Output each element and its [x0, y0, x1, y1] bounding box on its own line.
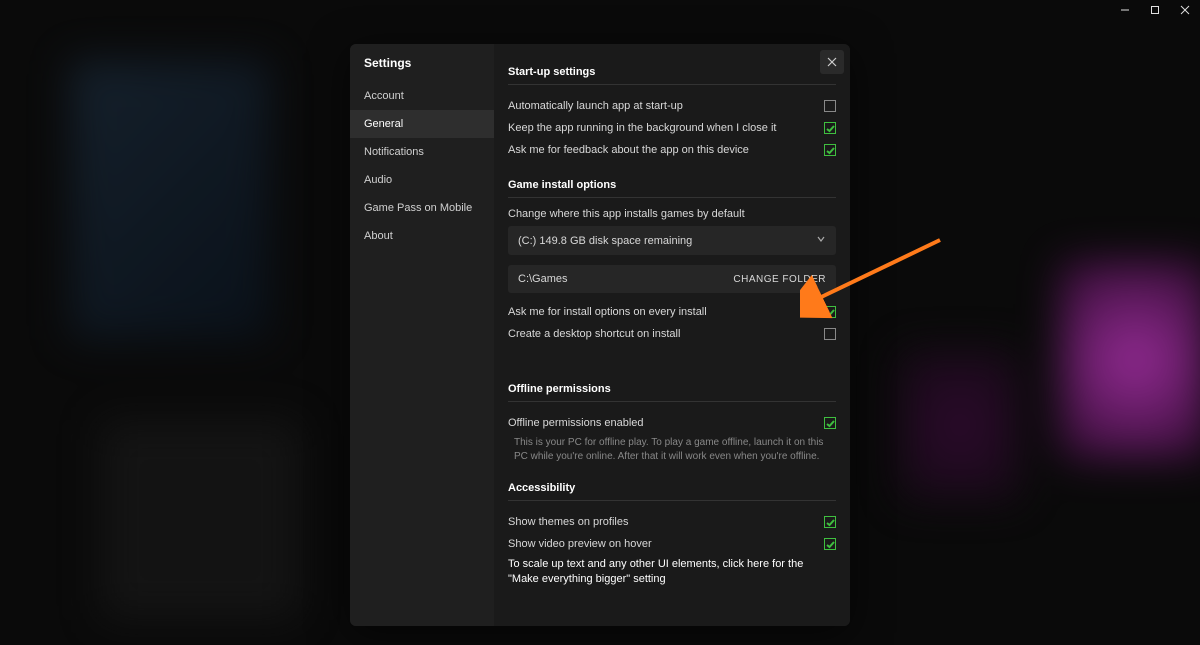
- row-keep-running: Keep the app running in the background w…: [508, 117, 836, 139]
- section-title-accessibility: Accessibility: [508, 482, 836, 494]
- close-icon: [827, 57, 837, 67]
- sidebar-item-notifications[interactable]: Notifications: [350, 138, 494, 166]
- drive-select[interactable]: (C:) 149.8 GB disk space remaining: [508, 226, 836, 255]
- divider: [508, 197, 836, 198]
- sidebar-item-audio[interactable]: Audio: [350, 166, 494, 194]
- label-themes: Show themes on profiles: [508, 516, 628, 528]
- label-offline-enabled: Offline permissions enabled: [508, 417, 644, 429]
- row-auto-launch: Automatically launch app at start-up: [508, 95, 836, 117]
- change-folder-button[interactable]: CHANGE FOLDER: [733, 274, 826, 285]
- label-feedback: Ask me for feedback about the app on thi…: [508, 144, 749, 156]
- divider: [508, 500, 836, 501]
- checkbox-keep-running[interactable]: [824, 122, 836, 134]
- checkbox-themes[interactable]: [824, 516, 836, 528]
- divider: [508, 84, 836, 85]
- checkbox-auto-launch[interactable]: [824, 100, 836, 112]
- install-location-desc: Change where this app installs games by …: [508, 208, 836, 220]
- settings-content: Start-up settings Automatically launch a…: [494, 44, 850, 626]
- install-folder-row: C:\Games CHANGE FOLDER: [508, 265, 836, 293]
- offline-hint: This is your PC for offline play. To pla…: [508, 434, 836, 470]
- label-video-hover: Show video preview on hover: [508, 538, 652, 550]
- row-feedback: Ask me for feedback about the app on thi…: [508, 139, 836, 161]
- label-ask-install: Ask me for install options on every inst…: [508, 306, 707, 318]
- checkbox-desktop-shortcut[interactable]: [824, 328, 836, 340]
- maximize-button[interactable]: [1140, 0, 1170, 20]
- drive-select-value: (C:) 149.8 GB disk space remaining: [518, 235, 692, 247]
- sidebar-item-about[interactable]: About: [350, 222, 494, 250]
- section-title-startup: Start-up settings: [508, 66, 836, 78]
- checkbox-ask-install[interactable]: [824, 306, 836, 318]
- scale-ui-link[interactable]: To scale up text and any other UI elemen…: [508, 555, 836, 588]
- chevron-down-icon: [816, 234, 826, 247]
- install-folder-path: C:\Games: [518, 273, 568, 285]
- row-desktop-shortcut: Create a desktop shortcut on install: [508, 323, 836, 345]
- dialog-title: Settings: [350, 44, 494, 82]
- checkbox-feedback[interactable]: [824, 144, 836, 156]
- sidebar-item-general[interactable]: General: [350, 110, 494, 138]
- label-desktop-shortcut: Create a desktop shortcut on install: [508, 328, 680, 340]
- dialog-close-button[interactable]: [820, 50, 844, 74]
- window-close-button[interactable]: [1170, 0, 1200, 20]
- settings-sidebar: Settings Account General Notifications A…: [350, 44, 494, 626]
- settings-dialog: Settings Account General Notifications A…: [350, 44, 850, 626]
- label-keep-running: Keep the app running in the background w…: [508, 122, 776, 134]
- section-title-install: Game install options: [508, 179, 836, 191]
- label-auto-launch: Automatically launch app at start-up: [508, 100, 683, 112]
- row-ask-install: Ask me for install options on every inst…: [508, 301, 836, 323]
- row-offline-enabled: Offline permissions enabled: [508, 412, 836, 434]
- sidebar-item-account[interactable]: Account: [350, 82, 494, 110]
- checkbox-video-hover[interactable]: [824, 538, 836, 550]
- section-title-offline: Offline permissions: [508, 383, 836, 395]
- row-video-hover: Show video preview on hover: [508, 533, 836, 555]
- divider: [508, 401, 836, 402]
- sidebar-item-game-pass-mobile[interactable]: Game Pass on Mobile: [350, 194, 494, 222]
- minimize-button[interactable]: [1110, 0, 1140, 20]
- row-themes: Show themes on profiles: [508, 511, 836, 533]
- checkbox-offline-enabled[interactable]: [824, 417, 836, 429]
- window-controls: [1110, 0, 1200, 20]
